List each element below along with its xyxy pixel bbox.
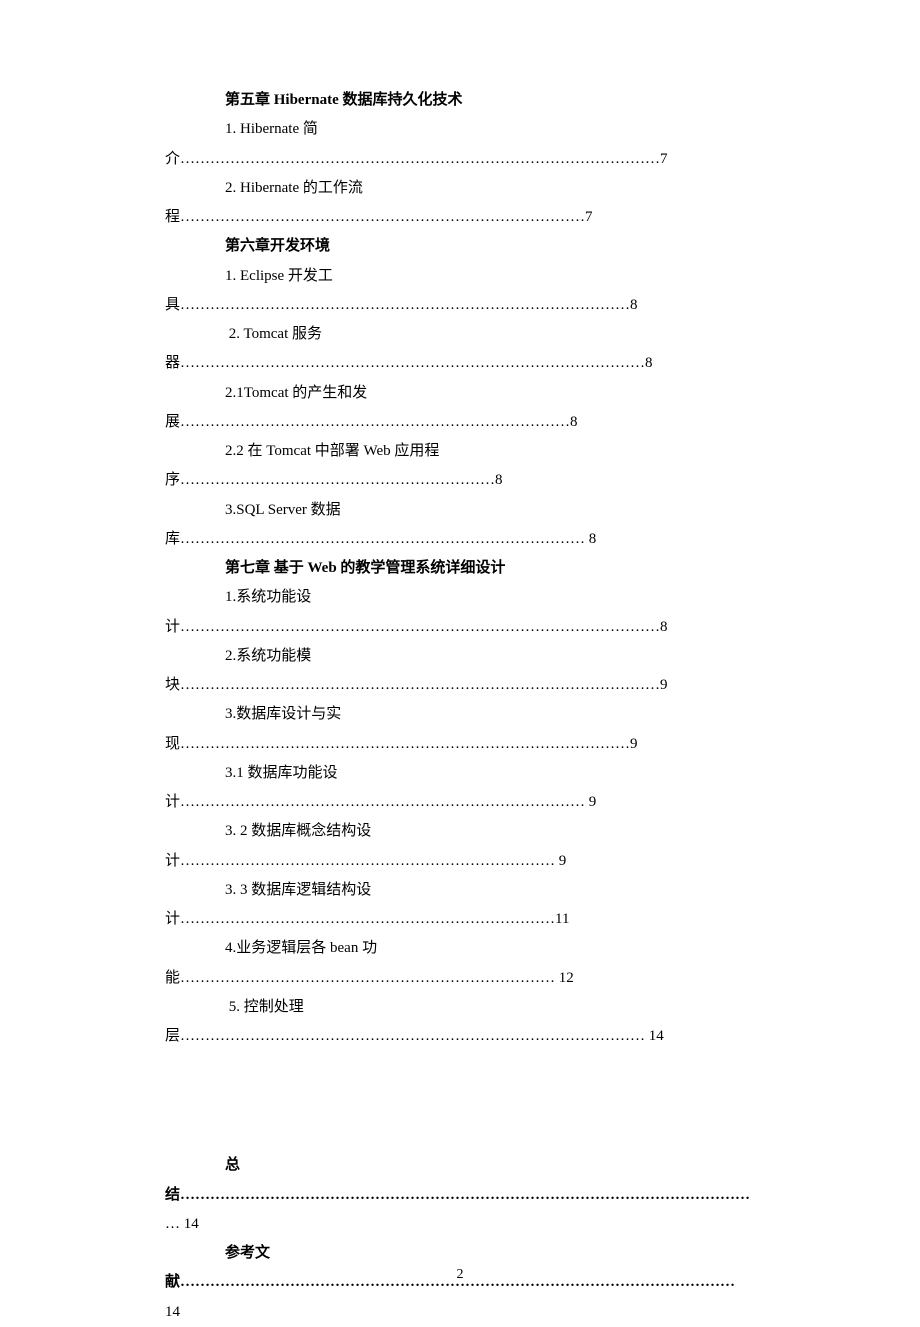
toc-line: 具………………………………………………………………………………8 — [165, 291, 755, 320]
toc-text: 1.系统功能设 — [225, 589, 311, 605]
toc-line: 层………………………………………………………………………………… 14 — [165, 1022, 755, 1051]
toc-text: 3.SQL Server 数据 — [225, 502, 341, 518]
toc-text: 1. Hibernate 简 — [225, 121, 318, 137]
toc-line: 1.系统功能设 — [165, 583, 755, 612]
toc-line: 结…………………………………………………………………………………………………… — [165, 1181, 755, 1210]
toc-line: 计…………………………………………………………………11 — [165, 905, 755, 934]
toc-text: 介……………………………………………………………………………………7 — [165, 151, 668, 167]
toc-line: 序………………………………………………………8 — [165, 466, 755, 495]
toc-text: … 14 — [165, 1216, 199, 1232]
toc-line: 介……………………………………………………………………………………7 — [165, 145, 755, 174]
toc-text: 第七章 基于 Web 的教学管理系统详细设计 — [225, 560, 505, 576]
toc-line: 块……………………………………………………………………………………9 — [165, 671, 755, 700]
toc-text: 4.业务逻辑层各 bean 功 — [225, 940, 377, 956]
toc-line: 3.数据库设计与实 — [165, 700, 755, 729]
toc-text: 库……………………………………………………………………… 8 — [165, 531, 596, 547]
footer-entries: 总结……………………………………………………………………………………………………… — [165, 1151, 755, 1327]
toc-line: 2.1Tomcat 的产生和发 — [165, 379, 755, 408]
toc-line: 展……………………………………………………………………8 — [165, 408, 755, 437]
toc-line: 第五章 Hibernate 数据库持久化技术 — [165, 86, 755, 115]
toc-text: 结…………………………………………………………………………………………………… — [165, 1187, 750, 1203]
toc-text: 具………………………………………………………………………………8 — [165, 297, 638, 313]
toc-text: 层………………………………………………………………………………… 14 — [165, 1028, 664, 1044]
toc-text: 计…………………………………………………………………11 — [165, 911, 569, 927]
toc-line: 库……………………………………………………………………… 8 — [165, 525, 755, 554]
toc-line: 现………………………………………………………………………………9 — [165, 730, 755, 759]
toc-line: 计……………………………………………………………………… 9 — [165, 788, 755, 817]
toc-line: 能………………………………………………………………… 12 — [165, 964, 755, 993]
toc-text: 2.2 在 Tomcat 中部署 Web 应用程 — [225, 443, 439, 459]
page-number: 2 — [0, 1261, 920, 1288]
toc-text: 3.数据库设计与实 — [225, 706, 341, 722]
toc-text: 第六章开发环境 — [225, 238, 330, 254]
toc-text: 现………………………………………………………………………………9 — [165, 736, 638, 752]
toc-text: 5. 控制处理 — [225, 999, 304, 1015]
toc-text: 计……………………………………………………………………… 9 — [165, 794, 596, 810]
toc-text: 2. Hibernate 的工作流 — [225, 180, 363, 196]
toc-text: 第五章 Hibernate 数据库持久化技术 — [225, 92, 463, 108]
toc-text: 计………………………………………………………………… 9 — [165, 853, 566, 869]
toc-line: 2.2 在 Tomcat 中部署 Web 应用程 — [165, 437, 755, 466]
document-page: 第五章 Hibernate 数据库持久化技术 1. Hibernate 简介………… — [0, 0, 920, 1327]
toc-line: 3.1 数据库功能设 — [165, 759, 755, 788]
toc-line: 计……………………………………………………………………………………8 — [165, 613, 755, 642]
toc-text: 参考文 — [225, 1245, 270, 1261]
toc-text: 能………………………………………………………………… 12 — [165, 970, 574, 986]
toc-line: 2. Hibernate 的工作流 — [165, 174, 755, 203]
toc-line: 器…………………………………………………………………………………8 — [165, 349, 755, 378]
toc-line: 第六章开发环境 — [165, 232, 755, 261]
toc-line: 程………………………………………………………………………7 — [165, 203, 755, 232]
toc-text: 14 — [165, 1304, 180, 1320]
toc-line: 1. Hibernate 简 — [165, 115, 755, 144]
toc-text: 块……………………………………………………………………………………9 — [165, 677, 668, 693]
toc-text: 序………………………………………………………8 — [165, 472, 503, 488]
toc-line: 计………………………………………………………………… 9 — [165, 847, 755, 876]
toc-line: 5. 控制处理 — [165, 993, 755, 1022]
toc-line: 3.SQL Server 数据 — [165, 496, 755, 525]
toc-text: 总 — [225, 1157, 240, 1173]
toc-text: 2. Tomcat 服务 — [225, 326, 322, 342]
toc-text: 计……………………………………………………………………………………8 — [165, 619, 668, 635]
toc-text: 程………………………………………………………………………7 — [165, 209, 593, 225]
toc-text: 3.1 数据库功能设 — [225, 765, 338, 781]
toc-line: … 14 — [165, 1210, 755, 1239]
toc-line: 2. Tomcat 服务 — [165, 320, 755, 349]
toc-line: 3. 3 数据库逻辑结构设 — [165, 876, 755, 905]
toc-line: 2.系统功能模 — [165, 642, 755, 671]
toc-text: 2.1Tomcat 的产生和发 — [225, 385, 367, 401]
toc-text: 3. 2 数据库概念结构设 — [225, 823, 371, 839]
toc-text: 展……………………………………………………………………8 — [165, 414, 578, 430]
toc-text: 2.系统功能模 — [225, 648, 311, 664]
toc-text: 器…………………………………………………………………………………8 — [165, 355, 653, 371]
toc-entries: 第五章 Hibernate 数据库持久化技术 1. Hibernate 简介………… — [165, 86, 755, 1051]
toc-text: 1. Eclipse 开发工 — [225, 268, 333, 284]
toc-line: 3. 2 数据库概念结构设 — [165, 817, 755, 846]
toc-line: 4.业务逻辑层各 bean 功 — [165, 934, 755, 963]
toc-line: 第七章 基于 Web 的教学管理系统详细设计 — [165, 554, 755, 583]
toc-text: 3. 3 数据库逻辑结构设 — [225, 882, 371, 898]
toc-line: 1. Eclipse 开发工 — [165, 262, 755, 291]
toc-line: 总 — [165, 1151, 755, 1180]
section-gap — [165, 1051, 755, 1151]
